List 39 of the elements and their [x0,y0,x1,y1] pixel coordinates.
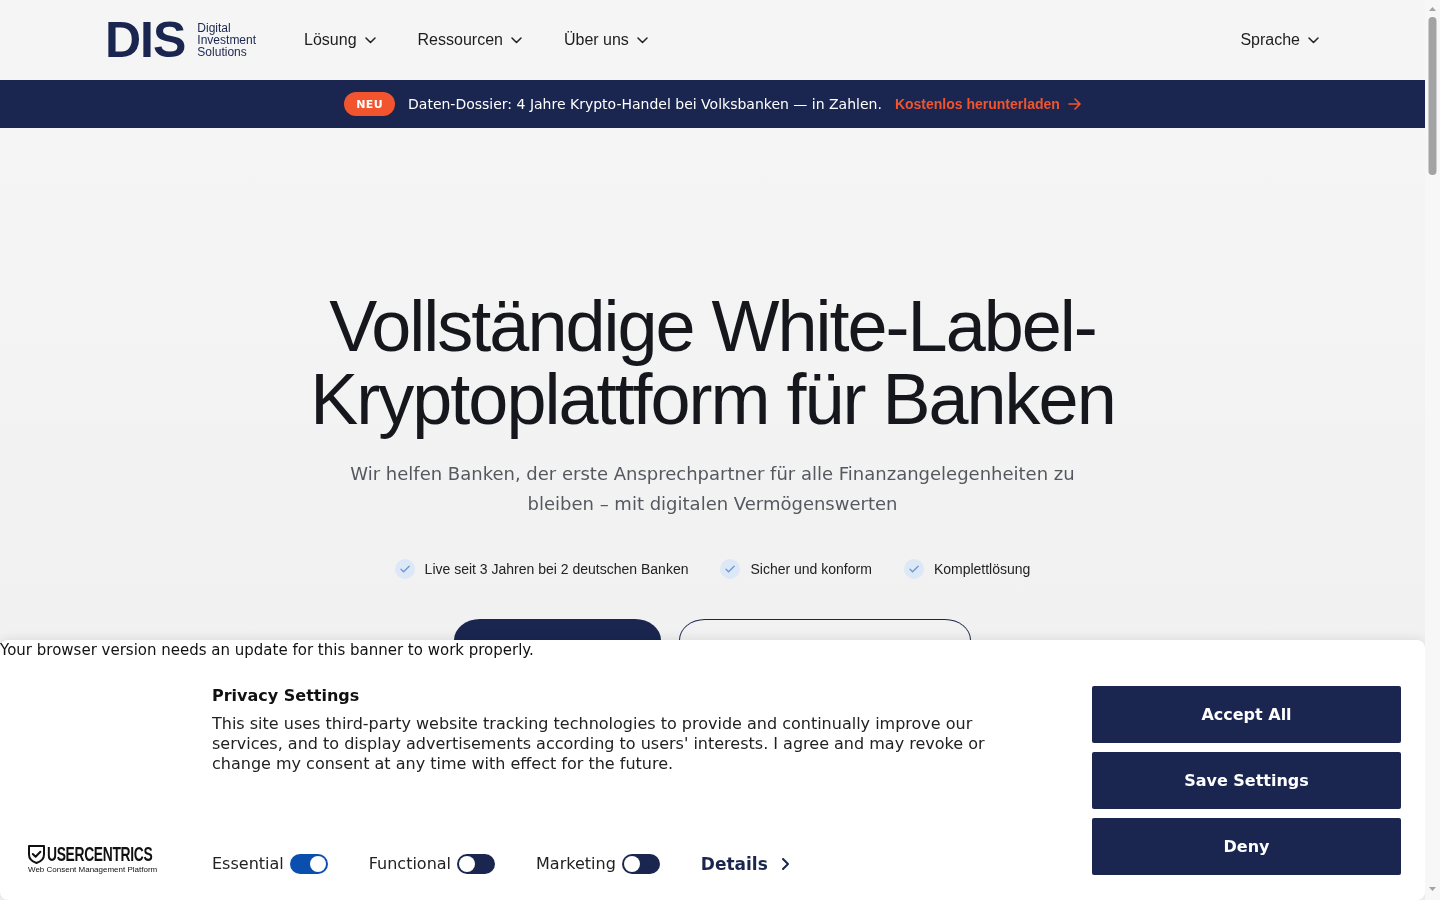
check-icon [720,559,741,579]
toggle-label: Marketing [536,854,616,874]
nav-menu-button[interactable]: Ressourcen [417,30,522,50]
new-badge: NEU [344,92,396,116]
download-link[interactable]: Kostenlos herunterladen [894,95,1081,113]
toggle-switch[interactable] [289,854,328,874]
privacy-title: Privacy Settings [212,686,360,706]
check-icon [394,559,415,579]
consent-button[interactable]: Accept All [1092,686,1401,743]
feature-text: Live seit 3 Jahren bei 2 deutschen Banken [424,560,689,579]
arrow-right-icon [1067,98,1081,110]
chevron-down-icon [636,36,648,44]
feature-text: Sicher und konform [750,560,872,579]
consent-button[interactable]: Save Settings [1092,752,1401,809]
toggle-label: Essential [212,854,284,874]
primary-button[interactable] [454,619,661,640]
brand-name: USERCENTRICS [47,844,153,864]
toggle-switch[interactable] [621,854,660,874]
logo-mark[interactable]: DIS [105,20,186,60]
announcement-text: Daten-Dossier: 4 Jahre Krypto-Handel bei Volksbanken — in Zahlen. [408,95,882,113]
chevron-down-icon [364,36,376,44]
feature-text: Komplettlösung [933,560,1031,579]
toggle-switch[interactable] [457,854,496,874]
browser-notice: Your browser version needs an update for this banner to work properly. [0,640,534,660]
language-menu-button[interactable]: Sprache [1240,30,1319,50]
toggle-label: Functional [368,854,452,874]
hero-subtitle: Wir helfen Banken, der erste Ansprechpartner für alle Finanzangelegenheiten zu bleiben – mit digitalen Vermögenswerten [349,462,1076,516]
privacy-text: This site uses third-party website tracking technologies to provide and continually improve our services, and to display advertisements according to users' interests. I agree and may revoke or change my consent at any time with effect for the future. [212,714,986,774]
chevron-down-icon [510,36,522,44]
logo-tagline[interactable]: Digital Investment Solutions [197,22,257,58]
consent-button[interactable]: Deny [1092,818,1401,875]
nav-menu-button[interactable]: Lösung [304,30,376,50]
shield-check-icon [28,844,45,864]
check-icon [903,559,924,579]
nav-menu-button[interactable]: Über uns [563,30,648,50]
brand-tagline: Web Consent Management Platform [28,865,158,875]
details-link[interactable]: Details [700,854,789,874]
chevron-right-icon [781,858,789,870]
chevron-down-icon [1308,36,1319,44]
